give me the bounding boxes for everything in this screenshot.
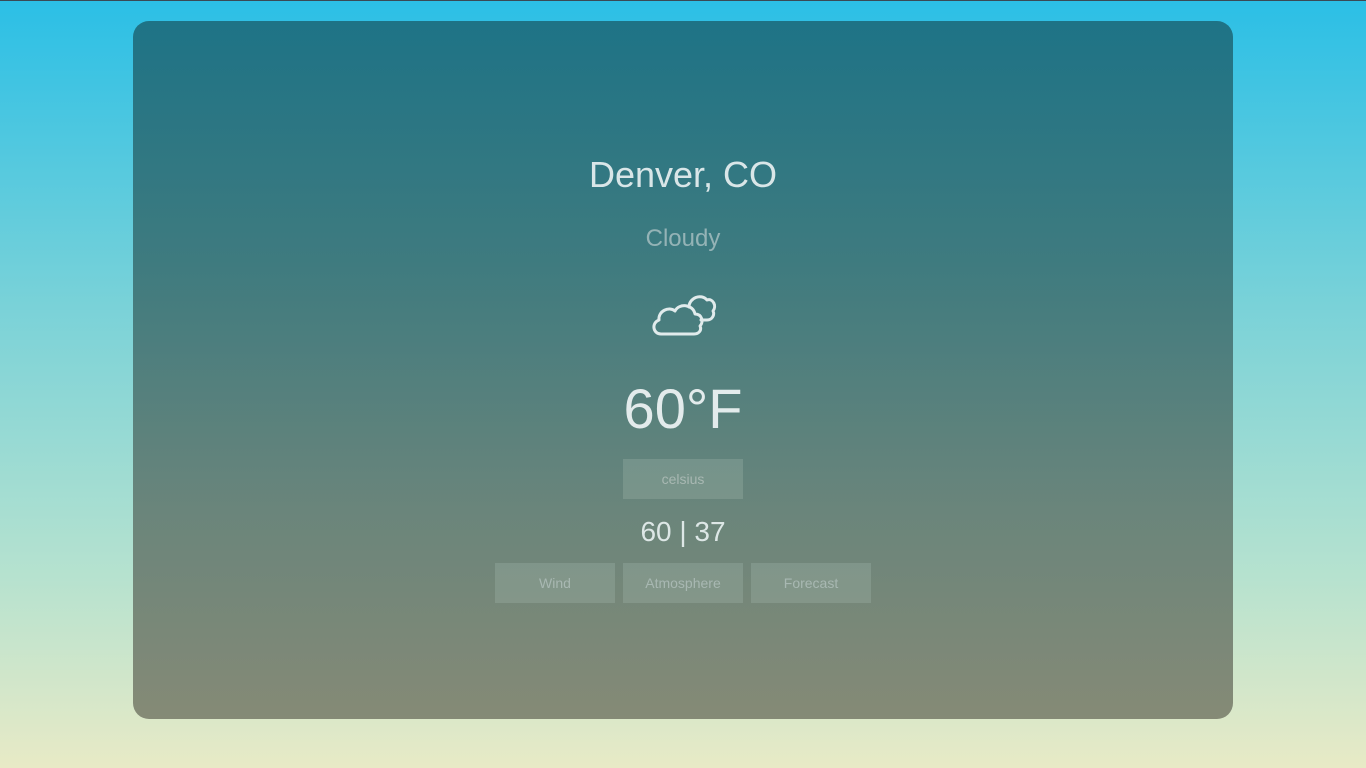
weather-content: Denver, CO Cloudy 60°F celsius 60 | 37 W… xyxy=(133,21,1233,719)
forecast-button[interactable]: Forecast xyxy=(751,563,871,603)
top-border xyxy=(0,0,1366,1)
atmosphere-button[interactable]: Atmosphere xyxy=(623,563,743,603)
cloudy-icon xyxy=(649,289,717,339)
high-low-temperature: 60 | 37 xyxy=(640,516,726,547)
city-name: Denver, CO xyxy=(588,154,778,195)
wind-button[interactable]: Wind xyxy=(495,563,615,603)
current-temperature: 60°F xyxy=(623,377,743,440)
weather-condition: Cloudy xyxy=(645,225,721,252)
weather-card: Denver, CO Cloudy 60°F celsius 60 | 37 W… xyxy=(133,21,1233,719)
unit-toggle-button[interactable]: celsius xyxy=(623,459,743,499)
